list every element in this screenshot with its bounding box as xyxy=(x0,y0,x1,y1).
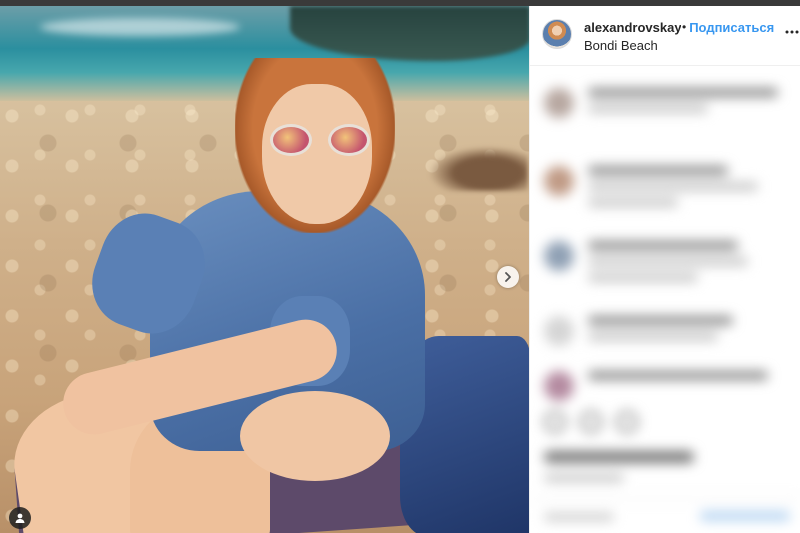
avatar xyxy=(544,241,574,271)
post-header: alexandrovskay • Подписаться Bondi Beach xyxy=(530,6,800,66)
header-row: alexandrovskay • Подписаться xyxy=(584,18,794,36)
separator-dot: • xyxy=(682,20,687,34)
photo-thigh xyxy=(240,391,390,481)
photo-background-person xyxy=(428,146,528,191)
list-item xyxy=(544,316,733,348)
post-side-panel: alexandrovskay • Подписаться Bondi Beach xyxy=(529,6,800,533)
location-link[interactable]: Bondi Beach xyxy=(584,38,794,53)
post-photo[interactable] xyxy=(0,6,529,533)
likes-count xyxy=(544,451,694,463)
photo-sunglasses-lens xyxy=(328,124,370,156)
photo-sunglasses-lens xyxy=(270,124,312,156)
add-comment-bar xyxy=(530,498,800,533)
user-tag-button[interactable] xyxy=(9,507,31,529)
list-item xyxy=(544,88,778,120)
avatar[interactable] xyxy=(542,19,572,49)
avatar xyxy=(544,88,574,118)
more-horizontal-icon[interactable] xyxy=(784,24,800,40)
username-link[interactable]: alexandrovskay xyxy=(584,20,681,35)
list-item xyxy=(544,166,758,214)
next-photo-button[interactable] xyxy=(497,266,519,288)
chevron-right-icon xyxy=(505,272,511,282)
avatar xyxy=(544,316,574,346)
list-item xyxy=(544,241,748,289)
post-date xyxy=(544,474,624,482)
photo-wave xyxy=(40,18,240,36)
avatar xyxy=(544,371,574,401)
action-icons xyxy=(544,411,638,433)
blurred-comments xyxy=(530,66,800,533)
post-header-text: alexandrovskay • Подписаться Bondi Beach xyxy=(584,18,794,54)
avatar xyxy=(544,166,574,196)
follow-button[interactable]: Подписаться xyxy=(689,20,774,35)
user-tag-icon xyxy=(15,513,25,523)
list-item xyxy=(544,371,768,401)
